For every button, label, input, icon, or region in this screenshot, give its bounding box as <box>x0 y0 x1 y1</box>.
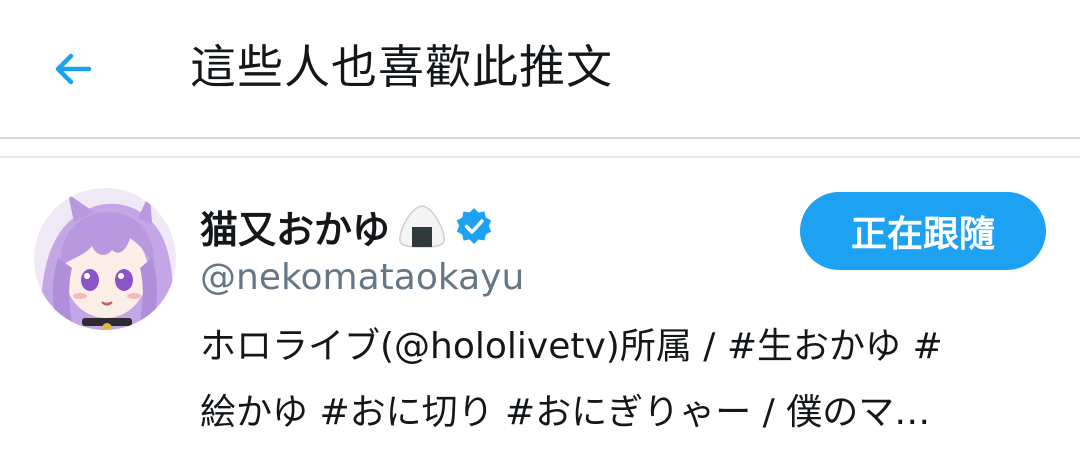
user-bio: ホロライブ(@hololivetv)所属 / #生おかゆ # 絵かゆ #おに切り… <box>200 314 1020 446</box>
avatar[interactable] <box>34 188 176 330</box>
user-list-item[interactable]: 猫又おかゆ @nekomataokayu 正在跟隨 ホロライブ(@hololiv… <box>0 158 1080 464</box>
app-header: 這些人也喜歡此推文 <box>0 0 1080 139</box>
bio-line: ホロライブ(@hololivetv)所属 / #生おかゆ # <box>200 326 943 367</box>
arrow-left-icon <box>55 53 92 85</box>
display-name[interactable]: 猫又おかゆ <box>200 199 390 254</box>
verified-badge-icon <box>454 206 494 246</box>
bio-line: 絵かゆ #おに切り #おにぎりゃー / 僕のマ… <box>200 392 931 433</box>
following-button[interactable]: 正在跟隨 <box>800 192 1046 270</box>
user-handle: @nekomataokayu <box>200 257 525 298</box>
back-button[interactable] <box>40 36 106 102</box>
page-title: 這些人也喜歡此推文 <box>190 40 613 94</box>
onigiri-icon <box>396 203 448 249</box>
display-name-row: 猫又おかゆ <box>200 198 494 254</box>
section-divider <box>0 139 1080 158</box>
